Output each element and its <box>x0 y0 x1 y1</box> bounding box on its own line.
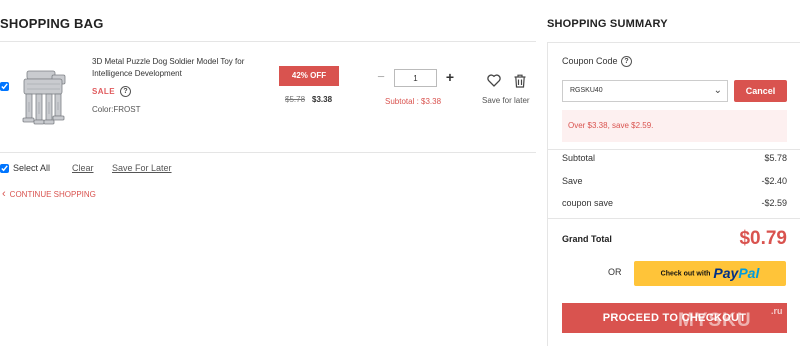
trash-icon[interactable] <box>514 74 526 88</box>
heart-icon[interactable] <box>487 74 501 87</box>
new-price: $3.38 <box>312 95 333 104</box>
old-price: $5.78 <box>285 95 306 104</box>
question-icon[interactable]: ? <box>120 86 131 97</box>
paypal-logo-pal: Pal <box>738 265 760 282</box>
divider <box>548 149 800 150</box>
coupon-message: Over $3.38, save $2.59. <box>562 110 787 142</box>
divider <box>548 218 800 219</box>
continue-shopping-label: CONTINUE SHOPPING <box>9 190 96 199</box>
sale-label: SALE <box>92 87 115 96</box>
subtotal-label: Subtotal <box>562 153 596 163</box>
coupon-label: Coupon Code <box>562 56 618 66</box>
watermark: MYSKU <box>678 310 752 331</box>
clear-link[interactable]: Clear <box>72 163 94 173</box>
grand-total-value: $0.79 <box>739 228 787 249</box>
paypal-logo-pay: Pay <box>713 265 739 282</box>
discount-badge: 42% OFF <box>279 66 339 86</box>
quantity-decrease-button[interactable]: − <box>376 70 386 84</box>
save-for-later-link[interactable]: Save for later <box>482 96 530 105</box>
coupon-select-value: RGSKU40 <box>570 87 603 94</box>
summary-title: SHOPPING SUMMARY <box>547 18 668 30</box>
item-subtotal: Subtotal : $3.38 <box>385 97 442 106</box>
chevron-down-icon: ⌄ <box>713 85 722 96</box>
divider <box>0 152 536 153</box>
quantity-input[interactable] <box>394 69 437 87</box>
save-value: -$2.40 <box>761 176 787 186</box>
product-title[interactable]: 3D Metal Puzzle Dog Soldier Model Toy fo… <box>92 56 252 80</box>
coupon-save-value: -$2.59 <box>761 198 787 208</box>
bag-title: SHOPPING BAG <box>0 16 104 31</box>
chevron-left-icon: ‹ <box>2 188 6 200</box>
metal-walker-model-image[interactable] <box>18 66 72 128</box>
paypal-logo: PayPal <box>713 265 759 281</box>
question-icon[interactable]: ? <box>621 56 632 67</box>
divider <box>0 41 536 42</box>
watermark-suffix: .ru <box>771 306 783 316</box>
color-label: Color:FROST <box>92 105 141 114</box>
coupon-select[interactable]: RGSKU40 ⌄ <box>562 80 728 102</box>
continue-shopping-link[interactable]: ‹ CONTINUE SHOPPING <box>2 188 96 200</box>
paypal-button-text: Check out with <box>660 270 711 278</box>
subtotal-value: $5.78 <box>764 153 787 163</box>
paypal-checkout-button[interactable]: Check out with PayPal <box>634 261 786 286</box>
coupon-save-label: coupon save <box>562 198 614 208</box>
cancel-coupon-button[interactable]: Cancel <box>734 80 787 102</box>
save-label: Save <box>562 176 583 186</box>
item-checkbox[interactable] <box>0 82 9 91</box>
or-label: OR <box>608 267 622 277</box>
select-all-label[interactable]: Select All <box>13 163 50 173</box>
select-all-checkbox[interactable] <box>0 164 9 173</box>
grand-total-label: Grand Total <box>562 234 612 244</box>
quantity-increase-button[interactable]: + <box>444 70 456 84</box>
proceed-to-checkout-button[interactable]: PROCEED TO CHECKOUT <box>562 303 787 333</box>
save-for-later-all-link[interactable]: Save For Later <box>112 163 172 173</box>
